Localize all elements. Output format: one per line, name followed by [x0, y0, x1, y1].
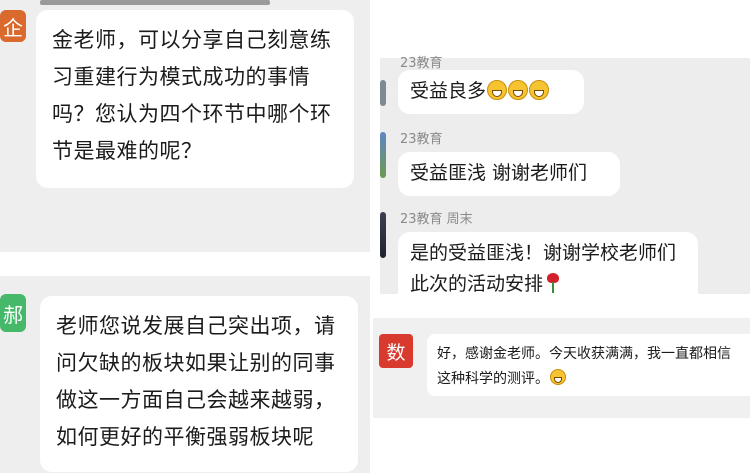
message-bubble[interactable]: 受益匪浅 谢谢老师们: [398, 152, 620, 196]
message-bubble[interactable]: 老师您说发展自己突出项，请问欠缺的板块如果让别的同事做这一方面自己会越来越弱，如…: [40, 296, 358, 472]
avatar[interactable]: 郝: [0, 294, 26, 332]
message-bubble[interactable]: 好，感谢金老师。今天收获满满，我一直都相信这种科学的测评。: [427, 334, 750, 396]
chat-panel-feedback: 数 好，感谢金老师。今天收获满满，我一直都相信这种科学的测评。: [373, 318, 750, 418]
grinning-face-emoji-icon: [487, 80, 508, 100]
message-text: 受益良多: [410, 80, 487, 102]
avatar[interactable]: [380, 212, 386, 258]
avatar[interactable]: 企: [0, 10, 26, 42]
avatar[interactable]: 数: [379, 334, 413, 368]
chat-panel-teacher-question: 企 金老师，可以分享自己刻意练习重建行为模式成功的事情吗？您认为四个环节中哪个环…: [0, 0, 370, 252]
message-bubble[interactable]: 受益良多: [398, 70, 584, 114]
cropped-header-strip: [40, 0, 270, 5]
message-text: 是的受益匪浅！谢谢学校老师们此次的活动安排: [410, 242, 677, 295]
chat-panel-colleague-question: 郝 老师您说发展自己突出项，请问欠缺的板块如果让别的同事做这一方面自己会越来越弱…: [0, 276, 370, 473]
message-text: 好，感谢金老师。今天收获满满，我一直都相信这种科学的测评。: [437, 346, 731, 387]
grinning-face-emoji-icon: [550, 369, 566, 385]
sender-name: 23教育: [400, 56, 443, 71]
message-bubble[interactable]: 是的受益匪浅！谢谢学校老师们此次的活动安排: [398, 232, 698, 295]
sender-name: 23教育: [400, 132, 443, 147]
rose-emoji-icon: [545, 273, 561, 293]
sender-name: 23教育 周末: [400, 212, 473, 227]
grinning-face-emoji-icon: [508, 80, 529, 100]
chat-panel-group: 23教育 受益良多 23教育 受益匪浅 谢谢老师们 23教育 周末 是的受益匪浅…: [380, 56, 750, 295]
grinning-face-emoji-icon: [529, 80, 550, 100]
avatar[interactable]: [380, 80, 386, 106]
message-bubble[interactable]: 金老师，可以分享自己刻意练习重建行为模式成功的事情吗？您认为四个环节中哪个环节是…: [36, 10, 354, 188]
avatar[interactable]: [380, 132, 386, 178]
